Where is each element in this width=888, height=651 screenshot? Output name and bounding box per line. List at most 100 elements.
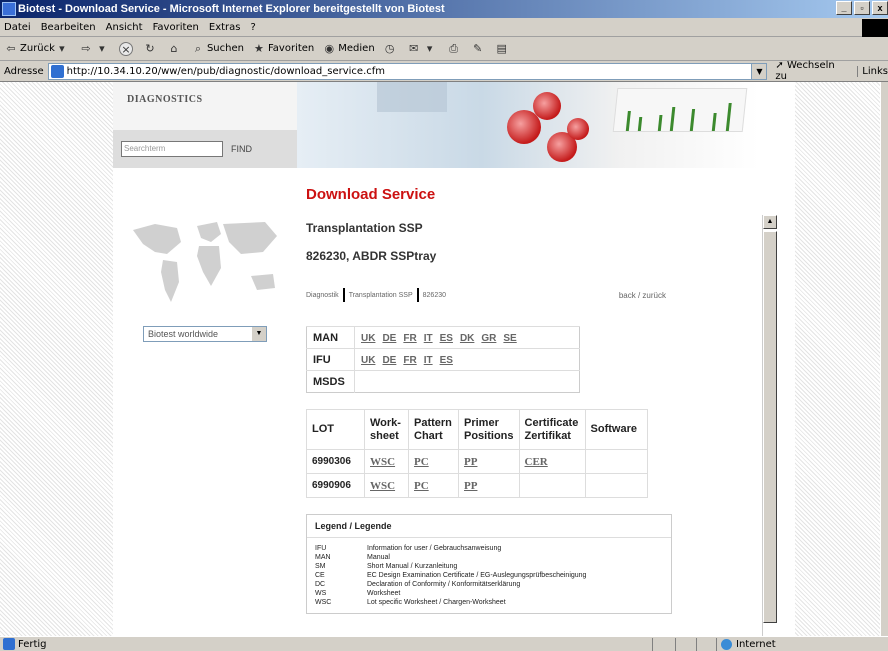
media-button[interactable]: ◉ Medien [322, 42, 374, 56]
address-input[interactable]: http://10.34.10.20/ww/en/pub/diagnostic/… [47, 62, 768, 80]
lang-link[interactable]: UK [361, 355, 375, 366]
lang-link[interactable]: ES [440, 333, 453, 344]
menu-datei[interactable]: Datei [4, 22, 31, 33]
lang-link[interactable]: DE [382, 355, 396, 366]
lang-link[interactable]: IT [424, 333, 433, 344]
page: DIAGNOSTICS Searchterm FIND Biotest worl… [113, 82, 795, 636]
worldwide-select[interactable]: Biotest worldwide ▼ [143, 326, 267, 342]
browser-viewport: DIAGNOSTICS Searchterm FIND Biotest worl… [0, 82, 888, 636]
toolbar: ⇦ Zurück ▾ ⇨ ▾ × ↻ ⌂ ⌕ Suchen ★ Favorite… [0, 37, 888, 61]
primer-positions-link[interactable]: PP [464, 456, 477, 468]
discuss-button[interactable]: ▤ [495, 42, 511, 56]
col-lot: LOT [306, 409, 365, 450]
legend-key: CE [315, 572, 325, 579]
discuss-icon: ▤ [496, 41, 507, 55]
divider [675, 638, 676, 651]
legend-value: Lot specific Worksheet / Chargen-Workshe… [367, 599, 506, 606]
menu-help[interactable]: ? [251, 22, 256, 33]
security-zone: Internet [716, 638, 776, 651]
doc-lang-links: UK DE FR IT ES DK GR SE [354, 326, 580, 349]
mail-icon: ✉ [409, 41, 419, 55]
legend-key: IFU [315, 545, 327, 552]
legend-row: SM Short Manual / Kurzanleitung [315, 562, 586, 571]
lots-table: LOT Work- sheet Pattern Chart Primer Pos… [306, 409, 648, 498]
lot-number: 6990306 [306, 449, 365, 474]
maximize-button[interactable]: ▫ [854, 1, 870, 15]
home-icon: ⌂ [170, 41, 178, 55]
lang-link[interactable]: FR [403, 333, 416, 344]
lang-link[interactable]: ES [440, 355, 453, 366]
menu-ansicht[interactable]: Ansicht [106, 22, 143, 33]
pattern-chart-link[interactable]: PC [414, 480, 429, 492]
favorites-icon: ★ [254, 41, 264, 55]
print-button[interactable]: ⎙ [447, 42, 463, 56]
certificate-link[interactable]: CER [525, 456, 548, 468]
history-button[interactable]: ◷ [383, 42, 399, 56]
back-label: Zurück [20, 43, 55, 54]
lang-link[interactable]: DK [460, 333, 474, 344]
legend-row: CE EC Design Examination Certificate / EG… [315, 571, 586, 580]
favorites-button[interactable]: ★ Favoriten [252, 42, 314, 56]
pattern-chart-link[interactable]: PC [414, 456, 429, 468]
scrollbar-thumb[interactable] [763, 231, 777, 623]
section-title: DIAGNOSTICS [113, 82, 297, 130]
close-button[interactable]: x [872, 1, 888, 15]
forward-arrow-icon: ⇨ [81, 41, 91, 55]
product-group-heading: Transplantation SSP [306, 221, 423, 235]
lang-link[interactable]: DE [382, 333, 396, 344]
mail-button[interactable]: ✉ ▾ [407, 42, 439, 56]
menu-bar: Datei Bearbeiten Ansicht Favoriten Extra… [0, 18, 888, 37]
table-row: 6990906 WSC PC PP [306, 473, 648, 498]
worksheet-link[interactable]: WSC [370, 480, 395, 492]
stop-button[interactable]: × [118, 41, 135, 56]
ie-icon [2, 2, 16, 16]
legend-value: Declaration of Conformity / Konformitäts… [367, 581, 521, 588]
lang-link[interactable]: FR [403, 355, 416, 366]
divider [652, 638, 653, 651]
find-button[interactable]: FIND [231, 144, 252, 154]
menu-bearbeiten[interactable]: Bearbeiten [41, 22, 96, 33]
legend-value: Manual [367, 554, 390, 561]
back-link[interactable]: back / zurück [619, 291, 666, 300]
worldwide-value: Biotest worldwide [148, 329, 219, 339]
refresh-icon: ↻ [145, 41, 155, 55]
minimize-button[interactable]: _ [836, 1, 852, 15]
refresh-button[interactable]: ↻ [143, 42, 159, 56]
search-input[interactable]: Searchterm [121, 141, 223, 157]
window-scrollbar[interactable] [880, 82, 888, 636]
forward-button[interactable]: ⇨ ▾ [79, 42, 111, 56]
back-button[interactable]: ⇦ Zurück ▾ [4, 42, 71, 56]
legend-key: SM [315, 563, 326, 570]
menu-favoriten[interactable]: Favoriten [153, 22, 199, 33]
address-url: http://10.34.10.20/ww/en/pub/diagnostic/… [66, 65, 386, 77]
scroll-up-icon[interactable]: ▲ [763, 215, 777, 229]
table-header-row: LOT Work- sheet Pattern Chart Primer Pos… [306, 409, 648, 450]
primer-positions-link[interactable]: PP [464, 480, 477, 492]
menu-extras[interactable]: Extras [209, 22, 241, 33]
content-scrollbar[interactable]: ▲ [762, 215, 777, 636]
search-label: Suchen [206, 43, 244, 54]
lang-link[interactable]: UK [361, 333, 375, 344]
go-label: Wechseln zu [775, 60, 835, 82]
search-button[interactable]: ⌕ Suchen [191, 42, 244, 56]
chevron-down-icon[interactable]: ▼ [751, 63, 767, 79]
go-button[interactable]: ➚ Wechseln zu [775, 60, 849, 82]
lang-link[interactable]: IT [424, 355, 433, 366]
lang-link[interactable]: GR [481, 333, 496, 344]
links-button[interactable]: Links [857, 65, 888, 77]
edit-button[interactable]: ✎ [471, 42, 487, 56]
breadcrumb-item[interactable]: Diagnostik [306, 292, 339, 299]
diagnostics-box: DIAGNOSTICS Searchterm FIND [113, 82, 297, 168]
legend-value: Information for user / Gebrauchsanweisun… [367, 545, 502, 552]
legend-value: EC Design Examination Certificate / EG-A… [367, 572, 587, 579]
table-row: IFU UK DE FR IT ES [306, 348, 580, 371]
chevron-down-icon: ▾ [426, 41, 433, 55]
zone-label: Internet [736, 639, 776, 650]
lang-link[interactable]: SE [503, 333, 516, 344]
back-arrow-icon: ⇦ [6, 41, 16, 55]
worksheet-link[interactable]: WSC [370, 456, 395, 468]
home-button[interactable]: ⌂ [167, 42, 183, 56]
edit-icon: ✎ [473, 41, 483, 55]
breadcrumb-item[interactable]: Transplantation SSP [349, 292, 413, 299]
header-banner [297, 82, 759, 168]
